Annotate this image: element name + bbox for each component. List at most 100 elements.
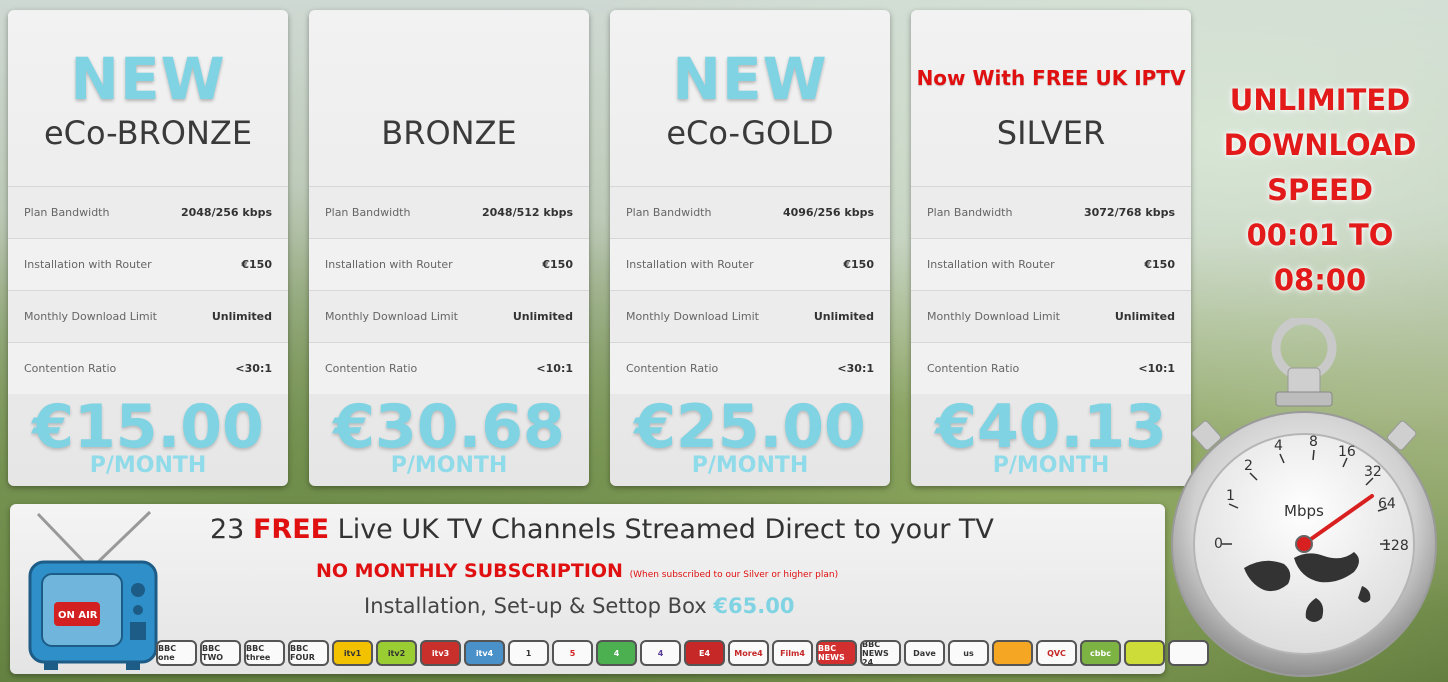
spec-value: 4096/256 kbps xyxy=(782,206,874,219)
promo-line: 00:01 TO 08:00 xyxy=(1246,218,1394,297)
price-block: €15.00 P/MONTH xyxy=(8,395,288,477)
channel-logo xyxy=(1168,640,1209,666)
spec-value: <30:1 xyxy=(837,362,874,375)
spec-label: Installation with Router xyxy=(927,258,1055,271)
channel-logo: QVC xyxy=(1036,640,1077,666)
spec-label: Contention Ratio xyxy=(626,362,719,375)
spec-label: Plan Bandwidth xyxy=(24,206,110,219)
channel-logo: Film4 xyxy=(772,640,813,666)
spec-row-download-limit: Monthly Download Limit Unlimited xyxy=(911,290,1191,342)
spec-row-download-limit: Monthly Download Limit Unlimited xyxy=(610,290,890,342)
spec-row-contention: Contention Ratio <10:1 xyxy=(911,342,1191,394)
plan-name: eCo-GOLD xyxy=(666,114,834,152)
promo-line: DOWNLOAD xyxy=(1223,128,1417,162)
on-air-label: ON AIR xyxy=(58,610,98,621)
spec-label: Installation with Router xyxy=(24,258,152,271)
spec-row-installation: Installation with Router €150 xyxy=(8,238,288,290)
plan-header: BRONZE xyxy=(309,10,589,186)
spec-row-installation: Installation with Router €150 xyxy=(610,238,890,290)
spec-value: Unlimited xyxy=(211,310,272,323)
channel-logo xyxy=(1124,640,1165,666)
free-tv-banner[interactable]: ON AIR 23 FREE Live UK TV Channels Strea… xyxy=(10,504,1209,674)
spec-value: Unlimited xyxy=(813,310,874,323)
headline-free: FREE xyxy=(252,514,330,545)
dial-tick-label: 2 xyxy=(1244,458,1253,474)
channel-logo: itv4 xyxy=(464,640,505,666)
spec-value: €150 xyxy=(843,258,874,271)
channel-logo: E4 xyxy=(684,640,725,666)
plan-header: NEW eCo-GOLD xyxy=(610,10,890,186)
spec-value: €150 xyxy=(1144,258,1175,271)
dial-tick-label: 16 xyxy=(1338,444,1356,460)
channel-logo: 4 xyxy=(640,640,681,666)
spec-value: €150 xyxy=(542,258,573,271)
plan-name: SILVER xyxy=(996,114,1106,152)
stopwatch-speedometer-icon: 0 1 2 4 8 16 32 64 128 Mbps xyxy=(1171,318,1437,677)
channel-logo: BBC NEWS xyxy=(816,640,857,666)
spec-row-installation: Installation with Router €150 xyxy=(309,238,589,290)
installation-offer: Installation, Set-up & Settop Box €65.00 xyxy=(364,594,794,618)
new-badge: NEW xyxy=(672,45,828,113)
channel-logo: 4 xyxy=(596,640,637,666)
subscription-note: (When subscribed to our Silver or higher… xyxy=(629,570,839,580)
spec-value: 2048/512 kbps xyxy=(481,206,573,219)
banner-headline: 23 FREE Live UK TV Channels Streamed Dir… xyxy=(210,514,1070,545)
price-block: €25.00 P/MONTH xyxy=(610,395,890,477)
television-icon: ON AIR xyxy=(28,510,158,670)
unlimited-speed-promo: UNLIMITED DOWNLOAD SPEED 00:01 TO 08:00 xyxy=(1196,78,1444,303)
plan-card-silver[interactable]: Now With FREE UK IPTV SILVER Plan Bandwi… xyxy=(911,10,1191,486)
headline-count: 23 xyxy=(210,514,253,545)
spec-label: Plan Bandwidth xyxy=(927,206,1013,219)
spec-row-bandwidth: Plan Bandwidth 3072/768 kbps xyxy=(911,186,1191,238)
spec-value: 3072/768 kbps xyxy=(1083,206,1175,219)
no-subscription-text: NO MONTHLY SUBSCRIPTION (When subscribed… xyxy=(316,560,838,582)
plan-name: eCo-BRONZE xyxy=(43,114,253,152)
iptv-badge: Now With FREE UK IPTV xyxy=(916,66,1186,90)
dial-tick-label: 32 xyxy=(1364,464,1382,480)
spec-label: Monthly Download Limit xyxy=(927,310,1060,323)
dial-tick-label: 128 xyxy=(1382,538,1409,554)
dial-tick-label: 1 xyxy=(1226,488,1235,504)
spec-value: 2048/256 kbps xyxy=(180,206,272,219)
install-label: Installation, Set-up & Settop Box xyxy=(364,594,707,618)
channel-logo: 1 xyxy=(508,640,549,666)
plan-card-eco-gold[interactable]: NEW eCo-GOLD Plan Bandwidth 4096/256 kbps… xyxy=(610,10,890,486)
spec-label: Monthly Download Limit xyxy=(325,310,458,323)
install-price: €65.00 xyxy=(713,594,795,618)
promo-line: SPEED xyxy=(1267,173,1373,207)
spec-row-contention: Contention Ratio <30:1 xyxy=(8,342,288,394)
dial-unit: Mbps xyxy=(1284,502,1324,520)
spec-value: €150 xyxy=(241,258,272,271)
spec-value: <30:1 xyxy=(235,362,272,375)
channel-logo: BBC three xyxy=(244,640,285,666)
spec-label: Contention Ratio xyxy=(325,362,418,375)
spec-row-bandwidth: Plan Bandwidth 2048/256 kbps xyxy=(8,186,288,238)
new-badge: NEW xyxy=(70,45,226,113)
spec-label: Installation with Router xyxy=(325,258,453,271)
spec-label: Plan Bandwidth xyxy=(325,206,411,219)
plan-card-eco-bronze[interactable]: NEW eCo-BRONZE Plan Bandwidth 2048/256 kb… xyxy=(8,10,288,486)
plan-header: Now With FREE UK IPTV SILVER xyxy=(911,10,1191,186)
channel-logo: 5 xyxy=(552,640,593,666)
channel-logo: itv2 xyxy=(376,640,417,666)
channel-logo: itv1 xyxy=(332,640,373,666)
spec-label: Monthly Download Limit xyxy=(24,310,157,323)
channel-logo: More4 xyxy=(728,640,769,666)
spec-row-bandwidth: Plan Bandwidth 2048/512 kbps xyxy=(309,186,589,238)
promo-line: UNLIMITED xyxy=(1229,83,1411,117)
spec-label: Contention Ratio xyxy=(24,362,117,375)
plan-card-bronze[interactable]: BRONZE Plan Bandwidth 2048/512 kbps Insta… xyxy=(309,10,589,486)
spec-row-bandwidth: Plan Bandwidth 4096/256 kbps xyxy=(610,186,890,238)
plan-price: €15.00 xyxy=(32,392,264,462)
plan-header: NEW eCo-BRONZE xyxy=(8,10,288,186)
price-block: €40.13 P/MONTH xyxy=(911,395,1191,477)
plan-name: BRONZE xyxy=(381,114,517,152)
spec-row-installation: Installation with Router €150 xyxy=(911,238,1191,290)
channel-logo: us xyxy=(948,640,989,666)
dial-tick-label: 4 xyxy=(1274,438,1283,454)
spec-row-contention: Contention Ratio <10:1 xyxy=(309,342,589,394)
spec-label: Contention Ratio xyxy=(927,362,1020,375)
channel-logo: BBC FOUR xyxy=(288,640,329,666)
subscription-label: NO MONTHLY SUBSCRIPTION xyxy=(316,560,623,582)
plan-price: €25.00 xyxy=(634,392,866,462)
